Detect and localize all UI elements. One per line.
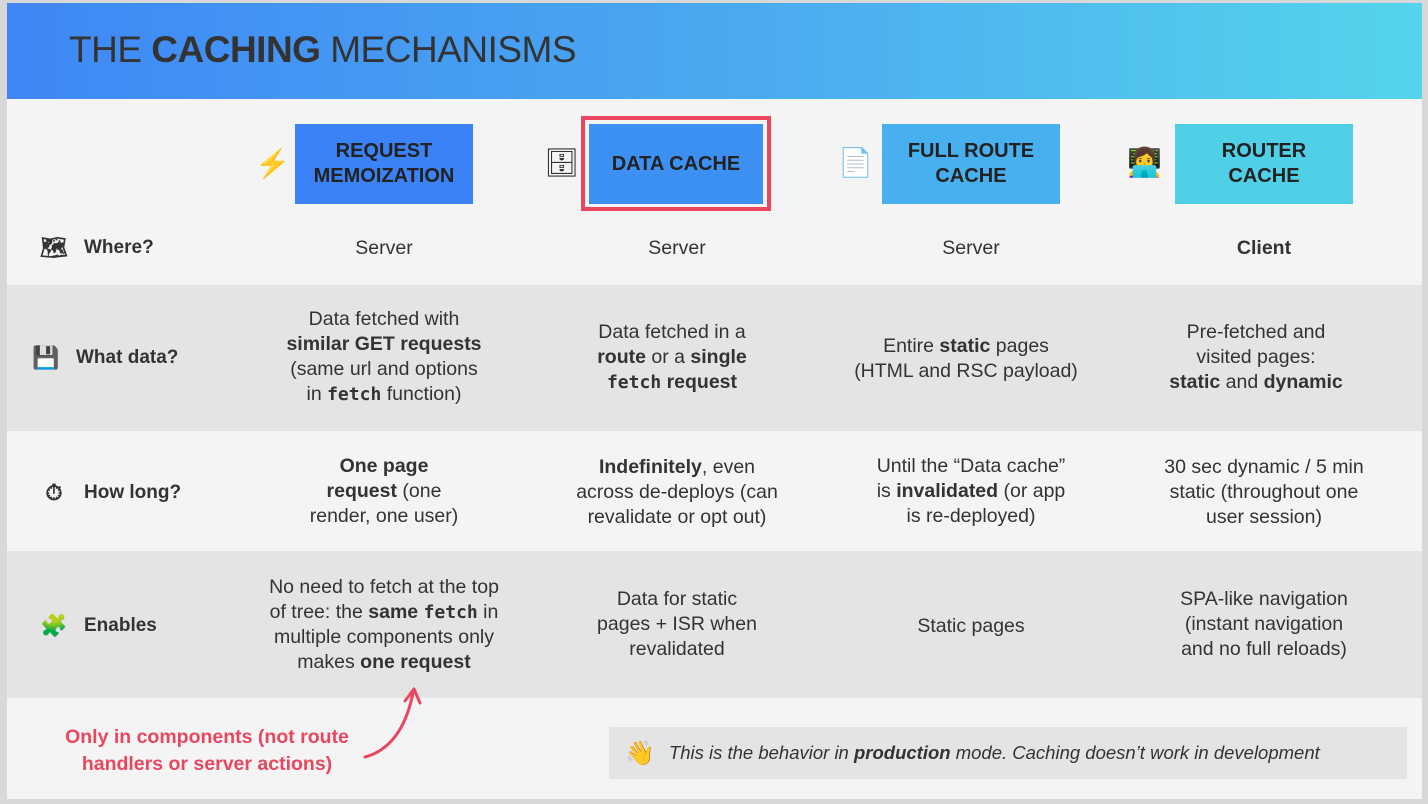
cell-where-request-memoization: Server <box>355 236 413 259</box>
cell-enables-request-memoization: No need to fetch at the top of tree: the… <box>269 576 499 673</box>
page-title: THE CACHING MECHANISMS <box>69 29 577 70</box>
waving-hand-icon: 👋 <box>625 739 655 767</box>
cell-what-request-memoization: Data fetched with similar GET requests (… <box>286 308 482 405</box>
row-label-enables: 🧩 Enables <box>40 613 157 638</box>
highlight-frame <box>581 116 771 211</box>
cell-enables-full-route-cache: Static pages <box>917 614 1025 637</box>
row-label-how-long: ⏱ How long? <box>40 478 181 508</box>
cell-what-data-cache: Data fetched in a route or a single fetc… <box>597 321 747 393</box>
map-icon: 🗺 <box>40 235 68 260</box>
row-label-what-data: 💾 What data? <box>32 345 179 370</box>
cell-howlong-request-memoization: One page request (one render, one user) <box>309 455 459 527</box>
technologist-icon: 👩‍💻 <box>1127 147 1162 178</box>
cell-howlong-data-cache: Indefinitely, even across de-deploys (ca… <box>576 456 778 528</box>
file-cabinet-icon: 🗄 <box>544 147 580 178</box>
arrow-icon <box>363 687 422 759</box>
production-note: 👋 This is the behavior in production mod… <box>609 727 1407 779</box>
lightning-icon: ⚡ <box>255 148 290 179</box>
cell-what-full-route-cache: Entire static pages (HTML and RSC payloa… <box>854 335 1078 382</box>
cell-howlong-full-route-cache: Until the “Data cache” is invalidated (o… <box>876 455 1066 527</box>
row-label-where: 🗺 Where? <box>40 235 154 260</box>
column-header-router-cache: ROUTER CACHE <box>1175 124 1353 204</box>
cell-where-full-route-cache: Server <box>942 236 1000 259</box>
cell-howlong-router-cache: 30 sec dynamic / 5 min static (throughou… <box>1164 456 1364 528</box>
floppy-disk-icon: 💾 <box>32 345 60 370</box>
column-header-request-memoization: REQUEST MEMOIZATION <box>295 124 473 204</box>
column-header-full-route-cache: FULL ROUTE CACHE <box>882 124 1060 204</box>
puzzle-icon: 🧩 <box>40 613 68 638</box>
cell-what-router-cache: Pre-fetched and visited pages: static an… <box>1169 321 1343 393</box>
page-icon: 📄 <box>838 147 873 178</box>
stopwatch-icon: ⏱ <box>45 480 63 505</box>
header-banner: THE CACHING MECHANISMS <box>7 3 1422 99</box>
cell-enables-data-cache: Data for static pages + ISR when revalid… <box>597 588 757 660</box>
cell-where-data-cache: Server <box>648 236 706 259</box>
slide: THE CACHING MECHANISMS ⚡ REQUEST MEMOIZAT… <box>7 3 1422 799</box>
footnote-red: Only in components (not route handlers o… <box>65 726 349 775</box>
cell-enables-router-cache: SPA-like navigation (instant navigation … <box>1180 588 1348 660</box>
cell-where-router-cache: Client <box>1236 236 1292 259</box>
